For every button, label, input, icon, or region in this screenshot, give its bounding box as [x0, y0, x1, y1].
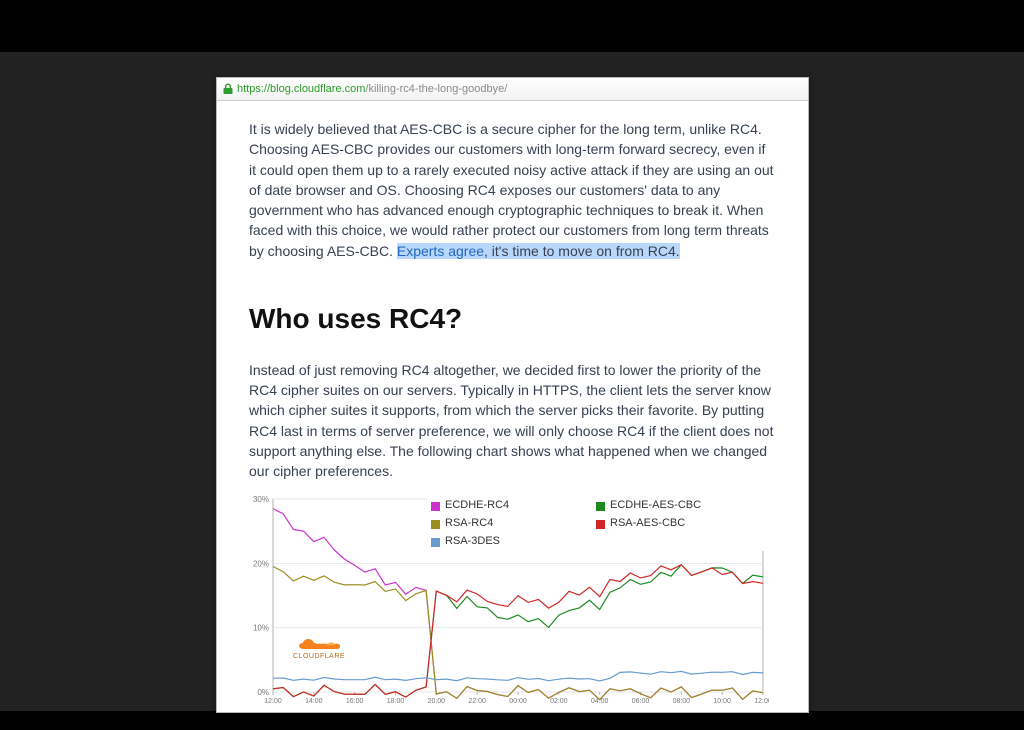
svg-text:20:00: 20:00 [428, 698, 446, 705]
lock-icon [223, 83, 233, 95]
svg-text:20%: 20% [253, 560, 269, 569]
url-host: https://blog.cloudflare.com [237, 83, 365, 95]
svg-text:10:00: 10:00 [713, 698, 731, 705]
svg-text:18:00: 18:00 [387, 698, 405, 705]
svg-text:12:00: 12:00 [754, 698, 769, 705]
svg-text:0%: 0% [257, 688, 269, 697]
svg-text:30%: 30% [253, 495, 269, 504]
intro-text-pre: It is widely believed that AES-CBC is a … [249, 121, 774, 259]
url-path: /killing-rc4-the-long-goodbye/ [365, 83, 507, 95]
svg-text:06:00: 06:00 [632, 698, 650, 705]
svg-text:10%: 10% [253, 624, 269, 633]
svg-text:22:00: 22:00 [468, 698, 486, 705]
svg-text:02:00: 02:00 [550, 698, 568, 705]
cloudflare-logo: CLOUDFLARE [293, 637, 345, 662]
cipher-usage-chart: 0% 10% 20% 30% 12:00 14:00 16:00 18:00 20:00 22:0… [249, 495, 769, 710]
browser-window: https://blog.cloudflare.com /killing-rc4… [216, 77, 809, 713]
experts-agree-link[interactable]: Experts agree [397, 243, 484, 259]
legend-ecdhe-rc4: ECDHE-RC4 [431, 498, 596, 514]
who-uses-paragraph: Instead of just removing RC4 altogether,… [249, 360, 776, 482]
article-content: It is widely believed that AES-CBC is a … [217, 101, 808, 710]
svg-text:00:00: 00:00 [509, 698, 527, 705]
chart-legend: ECDHE-RC4 ECDHE-AES-CBC RSA-RC4 RSA-AES-… [427, 497, 765, 551]
legend-rsa-3des: RSA-3DES [431, 534, 596, 550]
legend-rsa-rc4: RSA-RC4 [431, 516, 596, 532]
svg-text:14:00: 14:00 [305, 698, 323, 705]
presentation-stage: https://blog.cloudflare.com /killing-rc4… [0, 52, 1024, 711]
intro-paragraph: It is widely believed that AES-CBC is a … [249, 119, 776, 261]
intro-text-post: , it's time to move on from RC4. [484, 243, 680, 259]
highlighted-conclusion: Experts agree, it's time to move on from… [397, 243, 680, 259]
address-bar[interactable]: https://blog.cloudflare.com /killing-rc4… [217, 78, 808, 101]
section-heading: Who uses RC4? [249, 299, 776, 340]
svg-text:08:00: 08:00 [673, 698, 691, 705]
legend-ecdhe-aes-cbc: ECDHE-AES-CBC [596, 498, 761, 514]
svg-text:12:00: 12:00 [264, 698, 282, 705]
svg-text:16:00: 16:00 [346, 698, 364, 705]
legend-rsa-aes-cbc: RSA-AES-CBC [596, 516, 761, 532]
logo-text: CLOUDFLARE [293, 653, 345, 660]
